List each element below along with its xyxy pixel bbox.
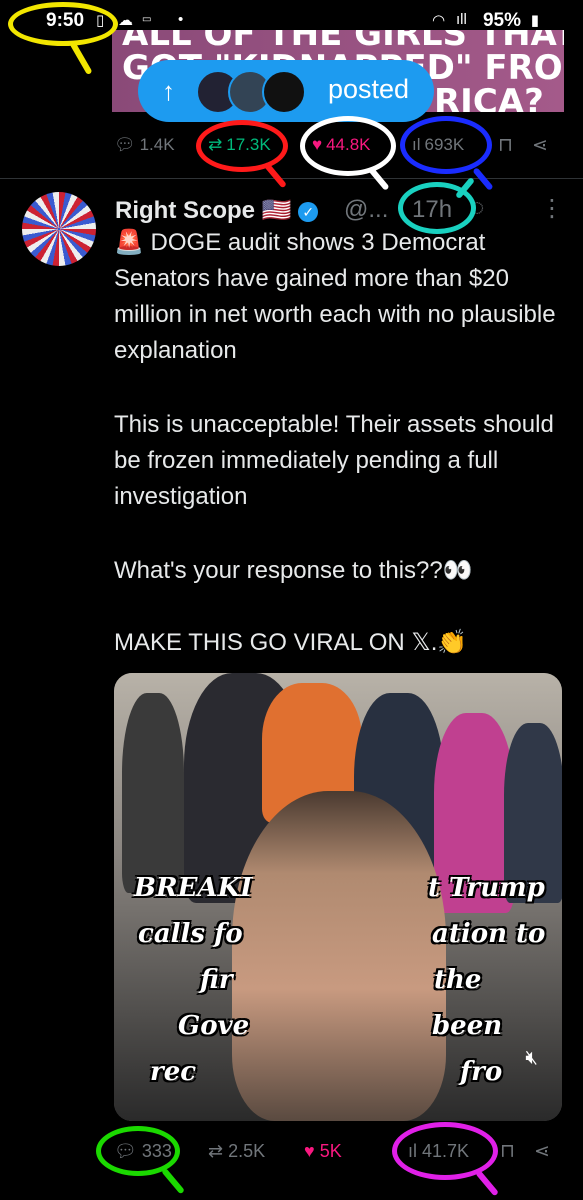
video-caption: rec (150, 1057, 197, 1087)
reply-button[interactable]: 💬︎ 1.4K (114, 135, 175, 155)
battery-icon: ▮ (530, 12, 539, 29)
share-button[interactable]: ⋖ (534, 1140, 550, 1163)
divider (0, 178, 583, 179)
video-speaker (232, 791, 446, 1121)
like-count: 5K (319, 1141, 342, 1161)
annotation-tail (475, 1169, 499, 1197)
video-caption: Gove (178, 1011, 250, 1041)
annotation-circle-blue (400, 116, 492, 174)
annotation-circle-white (300, 116, 396, 176)
bookmark-button[interactable]: ⊓ (500, 1140, 515, 1163)
share-icon: ⋖ (532, 135, 548, 156)
video-caption: ation to (432, 919, 546, 949)
posted-label: posted (328, 74, 410, 104)
bookmark-button[interactable]: ⊓ (498, 134, 513, 157)
annotation-circle-magenta (392, 1122, 498, 1180)
annotation-circle-yellow (8, 2, 118, 46)
cloud-icon: ☁ (118, 12, 133, 29)
reply-count: 1.4K (139, 135, 175, 154)
annotation-tail (69, 40, 93, 76)
share-icon: ⋖ (534, 1141, 550, 1162)
mute-icon[interactable]: 🔇︎ (525, 1047, 538, 1070)
app-icon: ▭ (142, 14, 152, 25)
signal-icon: ıll (456, 11, 467, 28)
heart-icon: ♥ (304, 1141, 315, 1161)
annotation-tail (161, 1167, 185, 1195)
bookmark-icon: ⊓ (498, 135, 513, 156)
author-name-text: Right Scope (115, 197, 256, 224)
avatar[interactable] (22, 192, 96, 266)
video-caption: t Trump (428, 873, 545, 903)
new-posts-pill[interactable]: ↑ posted (138, 60, 434, 122)
author-name[interactable]: Right Scope 🇺🇸 ✓ (115, 196, 319, 225)
repost-button[interactable]: ⇄ 2.5K (208, 1141, 265, 1162)
video-caption: the (434, 965, 482, 995)
repost-count: 2.5K (228, 1141, 266, 1161)
annotation-tail (368, 167, 390, 191)
battery-percent: 95% (482, 10, 521, 31)
bookmark-icon: ⊓ (500, 1141, 515, 1162)
avatar (262, 70, 306, 114)
verified-icon: ✓ (298, 201, 319, 222)
dot-icon: • (178, 11, 184, 28)
arrow-up-icon: ↑ (162, 76, 175, 106)
tweet-paragraph: What's your response to this??👀 (114, 557, 473, 584)
author-handle[interactable]: @... (344, 196, 388, 224)
flag-icon: 🇺🇸 (261, 197, 292, 224)
video-caption: calls fo (138, 919, 243, 949)
tweet-paragraph: This is unacceptable! Their assets shoul… (114, 411, 561, 510)
like-button[interactable]: ♥ 5K (304, 1141, 342, 1162)
share-button[interactable]: ⋖ (532, 134, 548, 157)
video-caption: BREAKI (134, 873, 253, 903)
annotation-circle-red (196, 120, 288, 172)
reply-icon: 💬︎ (114, 135, 136, 154)
video-player[interactable]: BREAKI t Trump calls fo ation to fir the… (114, 673, 562, 1121)
video-caption: fir (200, 965, 233, 995)
repost-icon: ⇄ (208, 1141, 224, 1161)
video-person (122, 693, 184, 893)
annotation-tail (472, 167, 494, 191)
annotation-circle-green (96, 1126, 180, 1176)
wifi-icon: ◠ (432, 12, 446, 29)
banner-line-3: RICA? (434, 82, 544, 112)
video-caption: fro (460, 1057, 503, 1087)
annotation-tail (263, 161, 287, 189)
video-caption: been (432, 1011, 503, 1041)
more-options-icon[interactable]: ⋮ (540, 194, 564, 223)
tweet-paragraph: MAKE THIS GO VIRAL ON 𝕏.👏 (114, 629, 468, 656)
tweet-paragraph: 🚨 DOGE audit shows 3 Democrat Senators h… (114, 229, 563, 364)
